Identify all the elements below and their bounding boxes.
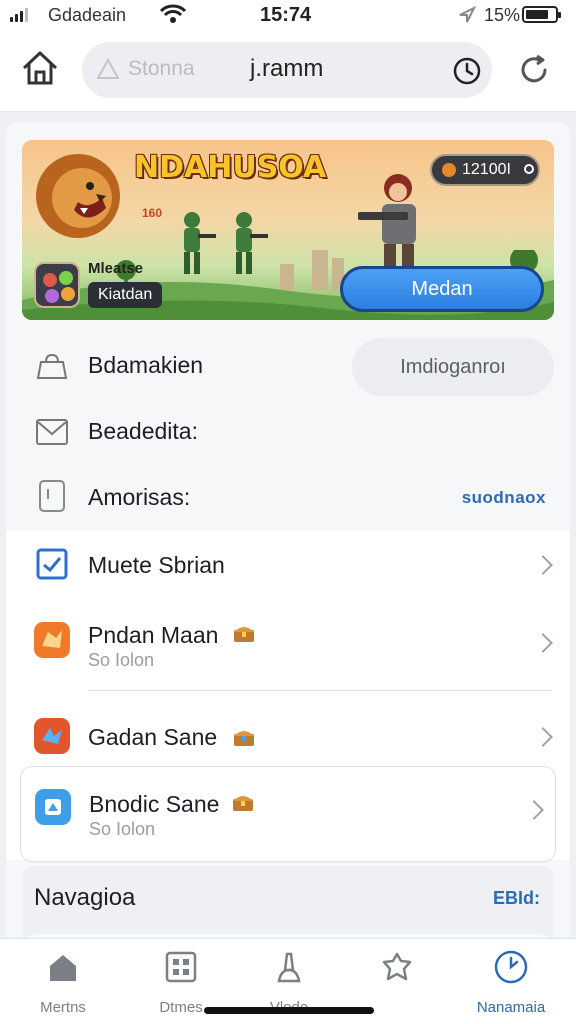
battery-percent: 15% <box>484 5 521 25</box>
home-indicator <box>204 1007 374 1014</box>
address-bar[interactable]: Stonna j.ramm <box>82 42 492 98</box>
gems-app-icon <box>34 262 80 308</box>
settings-row-label: Amorisas: <box>88 484 191 510</box>
soldiers-illustration <box>184 212 268 274</box>
bag-icon <box>34 349 70 385</box>
content-card: NDAHUSOA 160 12100I Mleatse Kiatdan Meda… <box>6 122 570 952</box>
wifi-icon <box>159 4 187 29</box>
browser-toolbar: Stonna j.ramm <box>0 32 576 112</box>
game-banner[interactable]: NDAHUSOA 160 12100I Mleatse Kiatdan Meda… <box>22 140 554 320</box>
divider <box>88 690 552 691</box>
add-coin-icon <box>524 164 534 174</box>
chevron-right-icon <box>533 555 553 575</box>
mail-icon <box>34 414 70 450</box>
tab-label: Nanamaia <box>476 999 546 1016</box>
battery-icon <box>522 6 561 23</box>
cleaner-icon <box>271 949 307 985</box>
checkbox-icon <box>34 546 70 582</box>
clock-icon <box>493 949 529 985</box>
list-item[interactable]: Pndan Maan So Iolon <box>6 608 570 688</box>
history-clock-icon[interactable] <box>452 56 482 91</box>
list-item-subtitle: So Iolon <box>89 819 156 839</box>
treasure-chest-icon <box>232 726 256 754</box>
chevron-right-icon <box>533 727 553 747</box>
section-edit-link[interactable]: EBId: <box>493 888 540 909</box>
treasure-chest-icon <box>231 791 255 819</box>
banner-subtitle: Mleatse <box>88 260 144 277</box>
list-item[interactable]: Muete Sbrian <box>6 530 570 598</box>
settings-link[interactable]: suodnaox <box>462 488 546 508</box>
list-item-subtitle: So Iolon <box>88 650 155 670</box>
reload-icon <box>521 54 547 83</box>
settings-row-label: Beadedita: <box>88 418 198 444</box>
coin-icon <box>442 163 456 177</box>
list-item-title: Bnodic Sane <box>89 791 220 817</box>
app-icon <box>34 718 70 754</box>
settings-row-2[interactable]: Beadedita: <box>6 408 570 458</box>
app-icon <box>35 789 71 825</box>
list-item[interactable]: Bnodic Sane So Iolon <box>20 766 556 862</box>
tab-label: Mertns <box>40 999 86 1016</box>
address-text: j.ramm <box>250 55 324 82</box>
coin-amount: 12100I <box>462 161 511 178</box>
banner-action-button[interactable]: Medan <box>340 266 544 312</box>
clock-time: 15:74 <box>260 4 312 26</box>
house-icon <box>22 51 58 85</box>
status-bar: Gdadeain 15:74 15% <box>0 0 576 32</box>
grid-icon <box>163 949 199 985</box>
home-icon <box>45 949 81 985</box>
signal-icon <box>10 8 28 22</box>
list-item-title: Pndan Maan <box>88 622 219 648</box>
score-number: 160 <box>142 206 163 220</box>
section-title: Navagioa <box>34 884 136 911</box>
tab-history[interactable]: Nanamaia <box>456 949 566 1019</box>
list-item-title: Muete Sbrian <box>88 552 225 578</box>
app-icon <box>34 622 70 658</box>
star-badge-icon <box>379 949 415 985</box>
location-arrow-icon <box>458 5 477 29</box>
home-button[interactable] <box>18 46 62 90</box>
tab-home[interactable]: Mertns <box>8 949 118 1019</box>
banner-app-info: Mleatse Kiatdan <box>34 258 184 314</box>
reload-button[interactable] <box>512 48 556 92</box>
device-icon <box>34 478 70 514</box>
coin-balance[interactable]: 12100I <box>430 154 540 186</box>
list-item-title: Gadan Sane <box>88 724 218 750</box>
banner-tag: Kiatdan <box>88 282 163 308</box>
warning-triangle-icon <box>96 57 120 85</box>
address-placeholder: Stonna <box>128 57 195 80</box>
chevron-right-icon <box>524 800 544 820</box>
game-title: NDAHUSOA <box>134 150 327 185</box>
settings-row-3[interactable]: Amorisas: suodnaox <box>6 472 570 522</box>
carrier-name: Gdadeain <box>48 5 127 25</box>
hero-character-icon <box>358 174 416 266</box>
chevron-right-icon <box>533 633 553 653</box>
battery-fill <box>526 10 548 19</box>
treasure-chest-icon <box>232 622 256 650</box>
settings-pill-button[interactable]: Imdioganroı <box>352 338 554 396</box>
lion-mascot-icon <box>36 154 120 238</box>
settings-row-label: Bdamakien <box>88 352 204 378</box>
list-item[interactable]: Gadan Sane <box>6 704 570 768</box>
